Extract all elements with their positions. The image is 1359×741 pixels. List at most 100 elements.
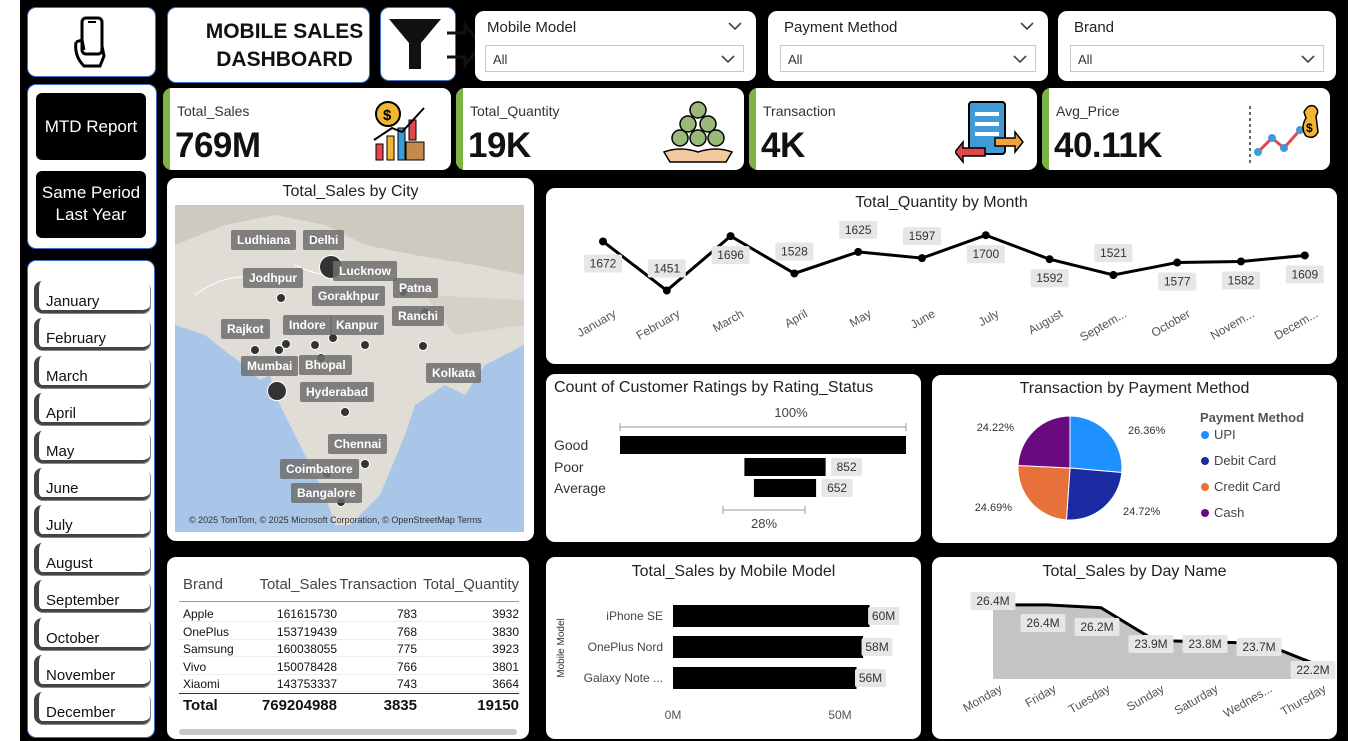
month-button-october[interactable]: October xyxy=(34,617,150,650)
pie-data-label: 24.69% xyxy=(975,502,1013,514)
horizontal-scrollbar[interactable] xyxy=(179,729,517,735)
payment-method-pie[interactable]: Transaction by Payment Method 26.36% 24.7… xyxy=(932,375,1337,543)
total-cell: 19150 xyxy=(477,697,519,714)
mtd-report-button[interactable]: MTD Report xyxy=(36,93,146,160)
month-label: December xyxy=(46,704,116,722)
x-tick-label: Wednes... xyxy=(1221,681,1275,720)
month-button-december[interactable]: December xyxy=(34,692,150,725)
map-bubble[interactable] xyxy=(274,345,284,355)
line-data-label: 1528 xyxy=(781,244,808,258)
x-tick-label: Thursday xyxy=(1278,681,1328,718)
x-tick-label: October xyxy=(1149,306,1193,339)
map-bubble[interactable] xyxy=(360,459,370,469)
month-button-june[interactable]: June xyxy=(34,468,150,500)
legend-marker xyxy=(1201,431,1209,439)
map-bubble[interactable] xyxy=(276,293,286,303)
map-bubble[interactable] xyxy=(267,381,287,401)
pie-chart-svg[interactable]: 26.36% 24.72% 24.69% 24.22% Payment Method UP… xyxy=(932,375,1337,543)
pie-slice-upi xyxy=(1069,415,1123,473)
line-point xyxy=(599,237,607,246)
city-label-delhi: Delhi xyxy=(303,230,345,250)
filter-arrow-icon xyxy=(389,19,483,70)
funnel-bar xyxy=(744,458,826,476)
table-cell: 3664 xyxy=(492,677,519,692)
x-tick-label: April xyxy=(782,306,810,330)
line-point xyxy=(918,254,926,263)
report-nav-panel: MTD Report Same Period Last Year xyxy=(27,84,157,249)
filter-card[interactable] xyxy=(380,7,483,81)
map-bubble[interactable] xyxy=(340,407,350,417)
x-tick-label: June xyxy=(908,306,938,331)
month-button-february[interactable]: February xyxy=(34,318,150,351)
slicer-value: All xyxy=(1078,52,1093,67)
line-data-label: 1582 xyxy=(1228,273,1255,287)
map-bubble[interactable] xyxy=(418,341,428,351)
month-button-august[interactable]: August xyxy=(34,542,150,575)
table-cell: 143753337 xyxy=(276,677,337,692)
month-button-july[interactable]: July xyxy=(34,505,150,538)
slicer-dropdown[interactable]: All xyxy=(1070,45,1324,72)
kpi-label: Total_Sales xyxy=(177,103,250,119)
same-period-last-year-button[interactable]: Same Period Last Year xyxy=(36,171,146,238)
model-bar-svg[interactable]: Mobile Model iPhone SE 60M OnePlus Nord 58M G… xyxy=(546,557,921,739)
ratings-chart-svg[interactable]: 100% Good Poor 852 Average 652 28% xyxy=(546,374,921,542)
kpi-accent xyxy=(456,88,463,170)
city-label-mumbai: Mumbai xyxy=(241,356,299,376)
chevron-down-icon[interactable] xyxy=(728,19,742,33)
map-visual[interactable]: Total_Sales by City Ludhiana Delhi Jodhpur… xyxy=(167,178,534,541)
transaction-icon xyxy=(955,101,1024,165)
month-button-may[interactable]: May xyxy=(34,430,150,463)
series-line xyxy=(602,233,1305,293)
day-area-svg[interactable]: 26.4M 26.4M 26.2M 23.9M 23.8M 23.7M 22.2M Monda… xyxy=(932,557,1337,739)
city-label-bhopal: Bhopal xyxy=(299,355,352,375)
table-cell: 3801 xyxy=(492,659,519,674)
bar-value-label: 56M xyxy=(859,671,882,685)
line-chart-svg[interactable]: 1672 1451 1696 1528 1625 1597 1700 1592 1521 1577… xyxy=(546,188,1337,364)
table-cell: 160038055 xyxy=(276,642,337,657)
brand-table[interactable]: Brand Total_Sales Transaction Total_Quantit… xyxy=(167,557,529,739)
pie-slice-debit-card xyxy=(1065,467,1123,521)
table-cell: 161615730 xyxy=(276,607,337,621)
legend-marker xyxy=(1201,483,1209,491)
month-button-march[interactable]: March xyxy=(34,355,150,388)
table-cell: 3830 xyxy=(492,624,519,639)
spl-label-line2: Last Year xyxy=(55,205,127,224)
table-cell: Xiaomi xyxy=(183,677,220,692)
city-label-patna: Patna xyxy=(393,278,438,298)
slicer-brand[interactable]: Brand All xyxy=(1058,11,1336,81)
month-button-april[interactable]: April xyxy=(34,393,150,426)
sales-by-model-chart[interactable]: Total_Sales by Mobile Model Mobile Model… xyxy=(546,557,921,739)
sales-by-day-chart[interactable]: Total_Sales by Day Name 26.4M 26.4M 26.2M 2… xyxy=(932,557,1337,739)
month-label: November xyxy=(46,667,116,684)
city-label-rajkot: Rajkot xyxy=(221,319,270,339)
map-bubble[interactable] xyxy=(250,345,260,355)
mtd-report-label: MTD Report xyxy=(44,117,138,136)
x-tick-label: March xyxy=(710,306,746,335)
slicer-payment-method[interactable]: Payment Method All xyxy=(768,11,1048,81)
column-header: Total_Quantity xyxy=(423,576,519,593)
table-cell: Samsung xyxy=(183,642,234,657)
page-title: MOBILE SALES xyxy=(205,20,364,43)
month-button-november[interactable]: November xyxy=(34,655,150,687)
table-cell: 783 xyxy=(396,607,417,621)
funnel-top-label: 100% xyxy=(774,405,808,420)
x-tick-label: Tuesday xyxy=(1066,681,1112,716)
ratings-chart[interactable]: Count of Customer Ratings by Rating_Stat… xyxy=(546,374,921,542)
slicer-dropdown[interactable]: All xyxy=(780,45,1036,72)
hand-phone-icon xyxy=(74,16,106,68)
month-button-september[interactable]: September xyxy=(34,580,150,613)
slicer-label: Mobile Model xyxy=(487,19,577,36)
map-bubble[interactable] xyxy=(360,340,370,350)
month-button-january[interactable]: January xyxy=(34,281,150,313)
chevron-down-icon[interactable] xyxy=(1020,19,1034,33)
line-point xyxy=(1300,251,1309,260)
map-bubble[interactable] xyxy=(310,340,320,350)
quantity-by-month-chart[interactable]: Total_Quantity by Month 1672 1451 1696 1528… xyxy=(546,188,1337,364)
x-tick-label: Sunday xyxy=(1124,681,1166,713)
map-title: Total_Sales by City xyxy=(282,183,419,200)
slicer-dropdown[interactable]: All xyxy=(485,45,744,72)
y-tick-label: Galaxy Note ... xyxy=(584,671,663,685)
bar-1 xyxy=(673,636,864,658)
slicer-mobile-model[interactable]: Mobile Model All xyxy=(475,11,756,81)
kpi-accent xyxy=(1042,88,1049,170)
